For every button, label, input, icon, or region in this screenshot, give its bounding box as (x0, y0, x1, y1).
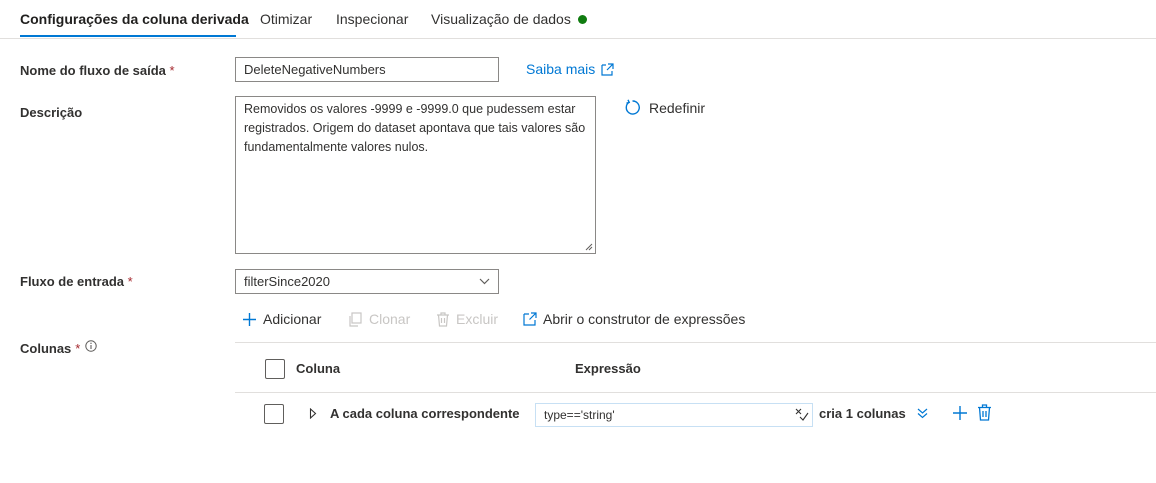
tab-data-preview-label: Visualização de dados (431, 11, 571, 27)
row-checkbox[interactable] (264, 404, 284, 424)
description-label: Descrição (20, 105, 83, 120)
resize-grip-icon[interactable] (585, 243, 593, 251)
add-row-icon[interactable] (952, 405, 968, 421)
delete-button[interactable]: Excluir (436, 311, 498, 327)
required-mark: * (75, 341, 81, 356)
output-stream-input[interactable]: DeleteNegativeNumbers (235, 57, 499, 82)
expression-builder-button[interactable]: Abrir o construtor de expressões (523, 311, 745, 327)
clear-validate-icon[interactable] (795, 408, 809, 421)
column-matcher-label: A cada coluna correspondente (330, 406, 520, 421)
input-stream-select[interactable]: filterSince2020 (235, 269, 499, 294)
expression-input[interactable]: type=='string' (535, 403, 813, 427)
copy-icon (349, 311, 362, 327)
add-button[interactable]: Adicionar (242, 311, 321, 327)
info-icon[interactable] (85, 339, 98, 352)
chevron-down-icon (479, 278, 490, 285)
learn-more-label: Saiba mais (526, 61, 596, 77)
status-dot-icon (577, 15, 587, 24)
expression-builder-label: Abrir o construtor de expressões (543, 311, 746, 327)
clone-button[interactable]: Clonar (348, 311, 410, 327)
input-stream-label: Fluxo de entrada * (20, 274, 133, 289)
tab-bar: Configurações da coluna derivada Otimiza… (0, 0, 1156, 39)
expand-triangle-icon[interactable] (309, 408, 317, 419)
required-mark: * (127, 274, 133, 289)
clone-label: Clonar (369, 311, 411, 327)
creates-columns-label: cria 1 colunas (819, 406, 906, 421)
tab-inspect[interactable]: Inspecionar (336, 11, 408, 27)
trash-icon (437, 311, 449, 327)
input-stream-label-text: Fluxo de entrada (20, 274, 125, 289)
input-stream-value: filterSince2020 (244, 274, 330, 289)
add-label: Adicionar (263, 311, 322, 327)
learn-more-link[interactable]: Saiba mais (526, 61, 614, 77)
reset-button[interactable]: Redefinir (624, 99, 705, 116)
delete-label: Excluir (456, 311, 499, 327)
required-mark: * (169, 63, 175, 78)
columns-label: Colunas * (20, 339, 98, 356)
tab-optimize[interactable]: Otimizar (260, 11, 312, 27)
plus-icon (243, 312, 256, 326)
grid-top-divider (235, 342, 1156, 343)
active-tab-indicator (20, 35, 236, 37)
output-stream-label-text: Nome do fluxo de saída (20, 63, 166, 78)
expression-value: type=='string' (544, 408, 615, 422)
reset-label: Redefinir (649, 99, 706, 116)
double-chevron-down-icon[interactable] (917, 408, 928, 419)
select-all-checkbox[interactable] (265, 359, 285, 379)
description-textarea[interactable]: Removidos os valores -9999 e -9999.0 que… (235, 96, 596, 254)
description-text: Removidos os valores -9999 e -9999.0 que… (244, 102, 586, 154)
external-link-icon (523, 312, 537, 326)
external-link-icon (601, 62, 614, 76)
columns-label-text: Colunas (20, 341, 72, 356)
tab-derived-column-settings[interactable]: Configurações da coluna derivada (20, 11, 249, 27)
expression-header: Expressão (575, 361, 641, 376)
tab-data-preview[interactable]: Visualização de dados (431, 11, 587, 27)
grid-header-divider (235, 392, 1156, 393)
column-header: Coluna (296, 361, 341, 376)
delete-row-icon[interactable] (977, 404, 992, 421)
refresh-icon (625, 99, 640, 115)
output-stream-label: Nome do fluxo de saída * (20, 63, 175, 78)
